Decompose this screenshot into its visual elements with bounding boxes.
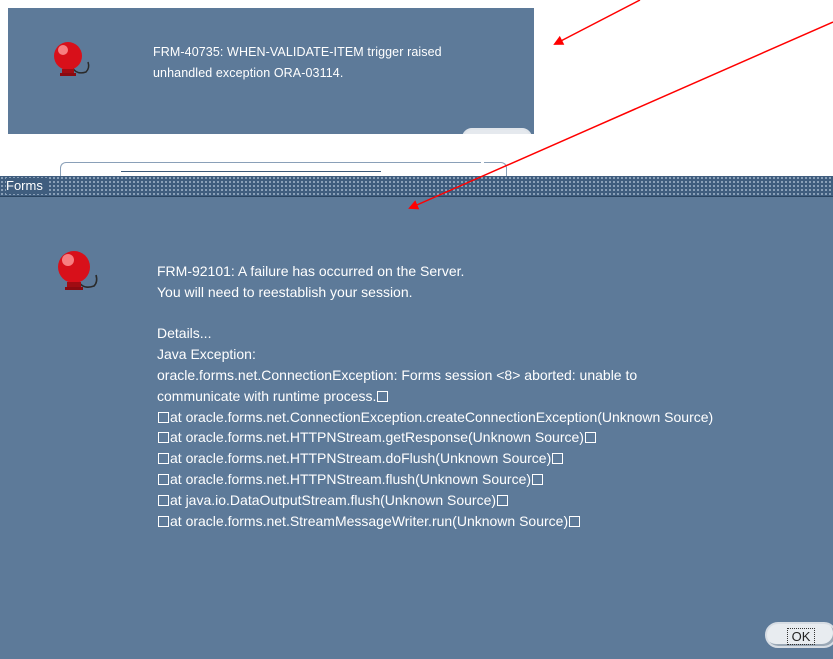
control-char-box	[552, 453, 564, 465]
top-error-dialog: FRM-40735: WHEN-VALIDATE-ITEM trigger ra…	[8, 8, 534, 134]
stack-frame: at oracle.forms.net.ConnectionException.…	[170, 408, 714, 425]
control-char-box	[158, 494, 169, 506]
stack-frame: at oracle.forms.net.HTTPNStream.getRespo…	[170, 429, 584, 446]
message-line: You will need to reestablish your sessio…	[157, 283, 413, 300]
message-line: Java Exception:	[157, 346, 256, 363]
control-char-box	[158, 515, 169, 527]
control-char-box	[584, 432, 596, 444]
dialog-titlebar[interactable]: Forms	[0, 176, 833, 197]
control-char-box	[532, 473, 544, 485]
message-line: oracle.forms.net.ConnectionException: Fo…	[157, 366, 638, 383]
background-field-button	[484, 162, 507, 177]
control-char-box	[158, 473, 169, 485]
alarm-bell-icon	[54, 42, 90, 76]
message-line: FRM-40735: WHEN-VALIDATE-ITEM trigger ra…	[153, 45, 442, 59]
alarm-bell-icon	[58, 251, 98, 290]
control-char-box	[569, 515, 581, 527]
message-line: communicate with runtime process.	[157, 387, 377, 404]
stack-frame: at java.io.DataOutputStream.flush(Unknow…	[170, 491, 497, 508]
control-char-box	[497, 494, 509, 506]
forms-error-dialog: Forms FRM-92101: A failure has occurred …	[0, 176, 833, 659]
control-char-box	[158, 432, 169, 444]
control-char-box	[377, 390, 389, 402]
top-ok-button[interactable]	[462, 128, 532, 134]
message-line: unhandled exception ORA-03114.	[153, 66, 344, 80]
stack-frame: at oracle.forms.net.StreamMessageWriter.…	[170, 512, 569, 529]
top-error-message: FRM-40735: WHEN-VALIDATE-ITEM trigger ra…	[153, 42, 523, 84]
background-field	[60, 162, 481, 177]
stack-frame: at oracle.forms.net.HTTPNStream.flush(Un…	[170, 470, 532, 487]
error-message: FRM-92101: A failure has occurred on the…	[157, 261, 833, 531]
dialog-title: Forms	[6, 178, 49, 194]
control-char-box	[158, 453, 169, 465]
message-line: Details...	[157, 325, 212, 342]
message-line: FRM-92101: A failure has occurred on the…	[157, 263, 465, 279]
arrow-to-top-dialog	[553, 0, 641, 45]
control-char-box	[158, 411, 169, 423]
ok-button-label: OK	[786, 628, 816, 645]
stack-frame: at oracle.forms.net.HTTPNStream.doFlush(…	[170, 450, 552, 467]
ok-button[interactable]: OK	[765, 622, 833, 648]
